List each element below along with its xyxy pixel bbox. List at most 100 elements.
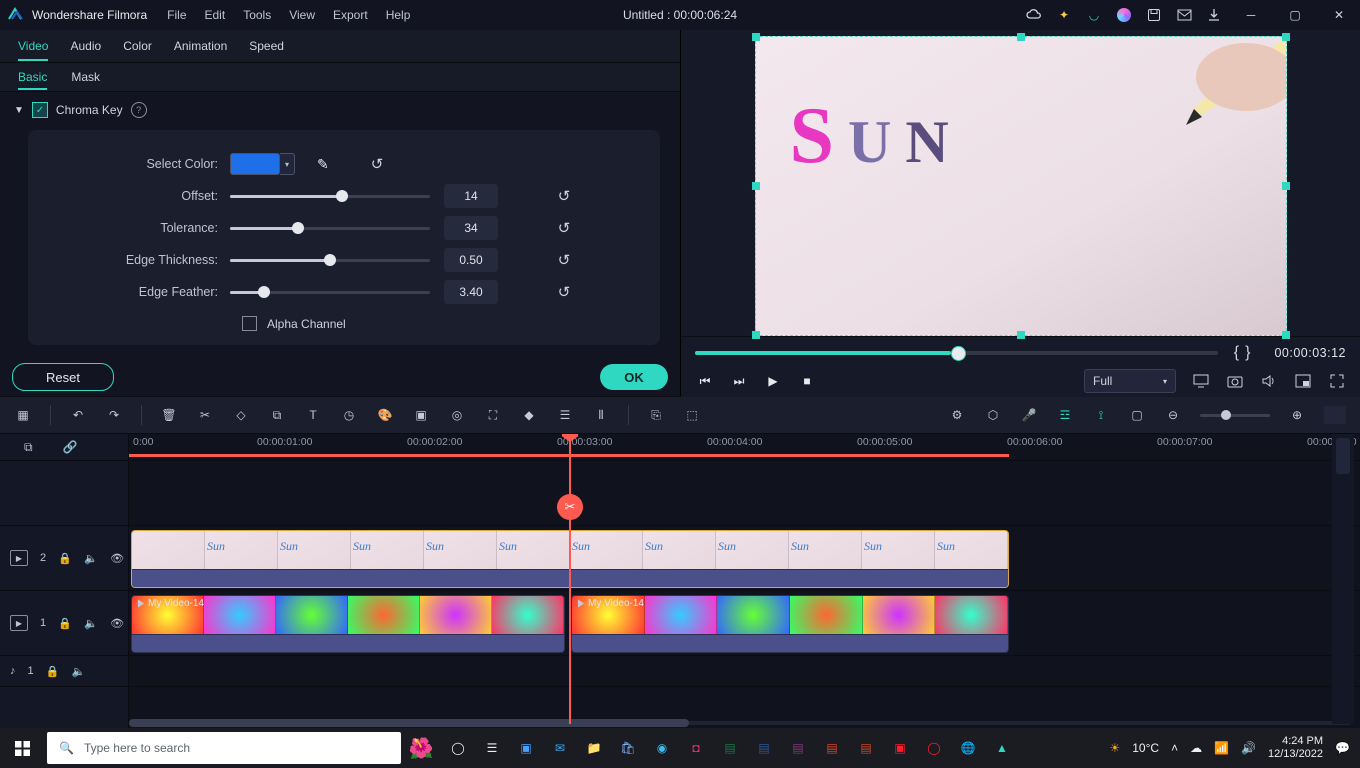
select-color-reset-icon[interactable]: ↺ <box>371 155 384 173</box>
mail-app-icon[interactable]: ✉ <box>543 728 577 768</box>
video-track-2-header[interactable]: ▶2 🔒 🔈 👁 <box>0 526 128 591</box>
gear2-icon[interactable]: ⚙ <box>948 406 966 424</box>
help-icon[interactable]: ? <box>131 102 147 118</box>
speed-icon[interactable]: ◷ <box>340 406 358 424</box>
app3-icon[interactable]: ▣ <box>883 728 917 768</box>
settings-icon[interactable]: ☰ <box>556 406 574 424</box>
subtab-basic[interactable]: Basic <box>18 70 47 90</box>
preview-video[interactable]: SUN <box>755 36 1287 336</box>
task-view-icon[interactable]: ◯ <box>441 728 475 768</box>
eye-icon[interactable]: 👁 <box>110 616 124 630</box>
lock-icon[interactable]: 🔒 <box>46 664 60 678</box>
mail-icon[interactable] <box>1176 7 1192 23</box>
alpha-checkbox[interactable] <box>242 316 257 331</box>
drop-icon[interactable]: ◆ <box>520 406 538 424</box>
speaker-icon[interactable]: 🔈 <box>84 551 98 565</box>
edge-icon[interactable]: ◉ <box>645 728 679 768</box>
tray-clock[interactable]: 4:24 PM 12/13/2022 <box>1268 735 1323 761</box>
subtab-mask[interactable]: Mask <box>71 70 100 84</box>
resize-handle[interactable] <box>752 182 760 190</box>
taskbar-search[interactable]: 🔍 Type here to search <box>47 732 401 764</box>
tolerance-slider[interactable] <box>230 218 430 238</box>
menu-export[interactable]: Export <box>333 8 368 22</box>
resize-handle[interactable] <box>752 331 760 339</box>
mic-icon[interactable]: 🎤 <box>1020 406 1038 424</box>
timeline-hscroll[interactable] <box>129 718 1350 728</box>
tab-audio[interactable]: Audio <box>70 39 101 53</box>
mixer-icon[interactable]: ☲ <box>1056 406 1074 424</box>
timeline-ruler[interactable]: 0:00 00:00:01:00 00:00:02:00 00:00:03:00… <box>129 434 1360 461</box>
timeline-vscroll[interactable] <box>1336 438 1350 474</box>
app2-icon[interactable]: ▤ <box>815 728 849 768</box>
edge-feather-value[interactable]: 3.40 <box>444 280 498 304</box>
fit-icon[interactable] <box>1324 406 1346 424</box>
tray-volume-icon[interactable]: 🔊 <box>1241 741 1256 755</box>
zoom-in-icon[interactable]: ⊕ <box>1288 406 1306 424</box>
avatar-icon[interactable] <box>1116 7 1132 23</box>
grid-icon[interactable]: ▦ <box>14 406 32 424</box>
box-icon[interactable]: ▣ <box>412 406 430 424</box>
powerpoint-icon[interactable]: ▤ <box>849 728 883 768</box>
tray-chevron-icon[interactable]: ˄ <box>1171 741 1178 755</box>
video-track-1-header[interactable]: ▶1 🔒 🔈 👁 <box>0 591 128 656</box>
palette-icon[interactable]: 🎨 <box>376 406 394 424</box>
menu-help[interactable]: Help <box>386 8 411 22</box>
resize-handle[interactable] <box>1282 182 1290 190</box>
cut-icon[interactable]: ✂ <box>196 406 214 424</box>
record-icon[interactable]: ⬚ <box>683 406 701 424</box>
mark-in-button[interactable]: { <box>1234 344 1239 362</box>
undo-icon[interactable]: ↶ <box>69 406 87 424</box>
close-button[interactable]: ✕ <box>1324 0 1354 30</box>
cortana-icon[interactable]: ☰ <box>475 728 509 768</box>
clip-track1-a[interactable]: My Video-14 <box>131 595 565 653</box>
resize-handle[interactable] <box>1017 33 1025 41</box>
maximize-button[interactable]: ▢ <box>1280 0 1310 30</box>
ok-button[interactable]: OK <box>600 364 668 390</box>
offset-value[interactable]: 14 <box>444 184 498 208</box>
lock-icon[interactable]: 🔒 <box>58 551 72 565</box>
opera-icon[interactable]: ◯ <box>917 728 951 768</box>
speaker-icon[interactable]: 🔈 <box>72 664 86 678</box>
redo-icon[interactable]: ↷ <box>105 406 123 424</box>
lock-icon[interactable]: 🔒 <box>58 616 72 630</box>
headphones-icon[interactable]: ◡ <box>1086 7 1102 23</box>
onenote-icon[interactable]: ▤ <box>781 728 815 768</box>
instagram-icon[interactable]: ◘ <box>679 728 713 768</box>
speaker-icon[interactable]: 🔈 <box>84 616 98 630</box>
crop-icon[interactable]: ⧉ <box>268 406 286 424</box>
shield-icon[interactable]: ⬡ <box>984 406 1002 424</box>
fullscreen-icon[interactable] <box>1328 372 1346 390</box>
start-button[interactable] <box>0 728 44 768</box>
volume-icon[interactable] <box>1260 372 1278 390</box>
edge-thickness-reset-icon[interactable]: ↺ <box>554 251 574 269</box>
idea-icon[interactable]: ✦ <box>1056 7 1072 23</box>
download-icon[interactable] <box>1206 7 1222 23</box>
excel-icon[interactable]: ▤ <box>713 728 747 768</box>
delete-icon[interactable]: 🗑 <box>160 406 178 424</box>
offset-reset-icon[interactable]: ↺ <box>554 187 574 205</box>
prev-frame-button[interactable]: ⏮ <box>695 371 715 391</box>
pip-icon[interactable] <box>1294 372 1312 390</box>
filmora-taskbar-icon[interactable]: ▲ <box>985 728 1019 768</box>
tab-animation[interactable]: Animation <box>174 39 227 53</box>
tracks-icon[interactable]: ⧉ <box>24 440 33 455</box>
menu-view[interactable]: View <box>289 8 315 22</box>
clip-track1-b[interactable]: My Video-14 <box>571 595 1009 653</box>
preview-canvas[interactable]: SUN <box>681 30 1360 336</box>
text-icon[interactable]: T <box>304 406 322 424</box>
tolerance-reset-icon[interactable]: ↺ <box>554 219 574 237</box>
menu-tools[interactable]: Tools <box>243 8 271 22</box>
quality-select[interactable]: Full▾ <box>1084 369 1176 393</box>
chroma-header[interactable]: ▼ ✓ Chroma Key ? <box>14 102 666 118</box>
target-icon[interactable]: ◎ <box>448 406 466 424</box>
resize-handle[interactable] <box>1282 331 1290 339</box>
next-frame-button[interactable]: ⏭ <box>729 371 749 391</box>
edge-feather-reset-icon[interactable]: ↺ <box>554 283 574 301</box>
reset-button[interactable]: Reset <box>12 363 114 391</box>
app-icon[interactable]: ▣ <box>509 728 543 768</box>
tag-icon[interactable]: ◇ <box>232 406 250 424</box>
eye-icon[interactable]: 👁 <box>110 551 124 565</box>
explorer-icon[interactable]: 📁 <box>577 728 611 768</box>
minimize-button[interactable]: ─ <box>1236 0 1266 30</box>
resize-handle[interactable] <box>752 33 760 41</box>
